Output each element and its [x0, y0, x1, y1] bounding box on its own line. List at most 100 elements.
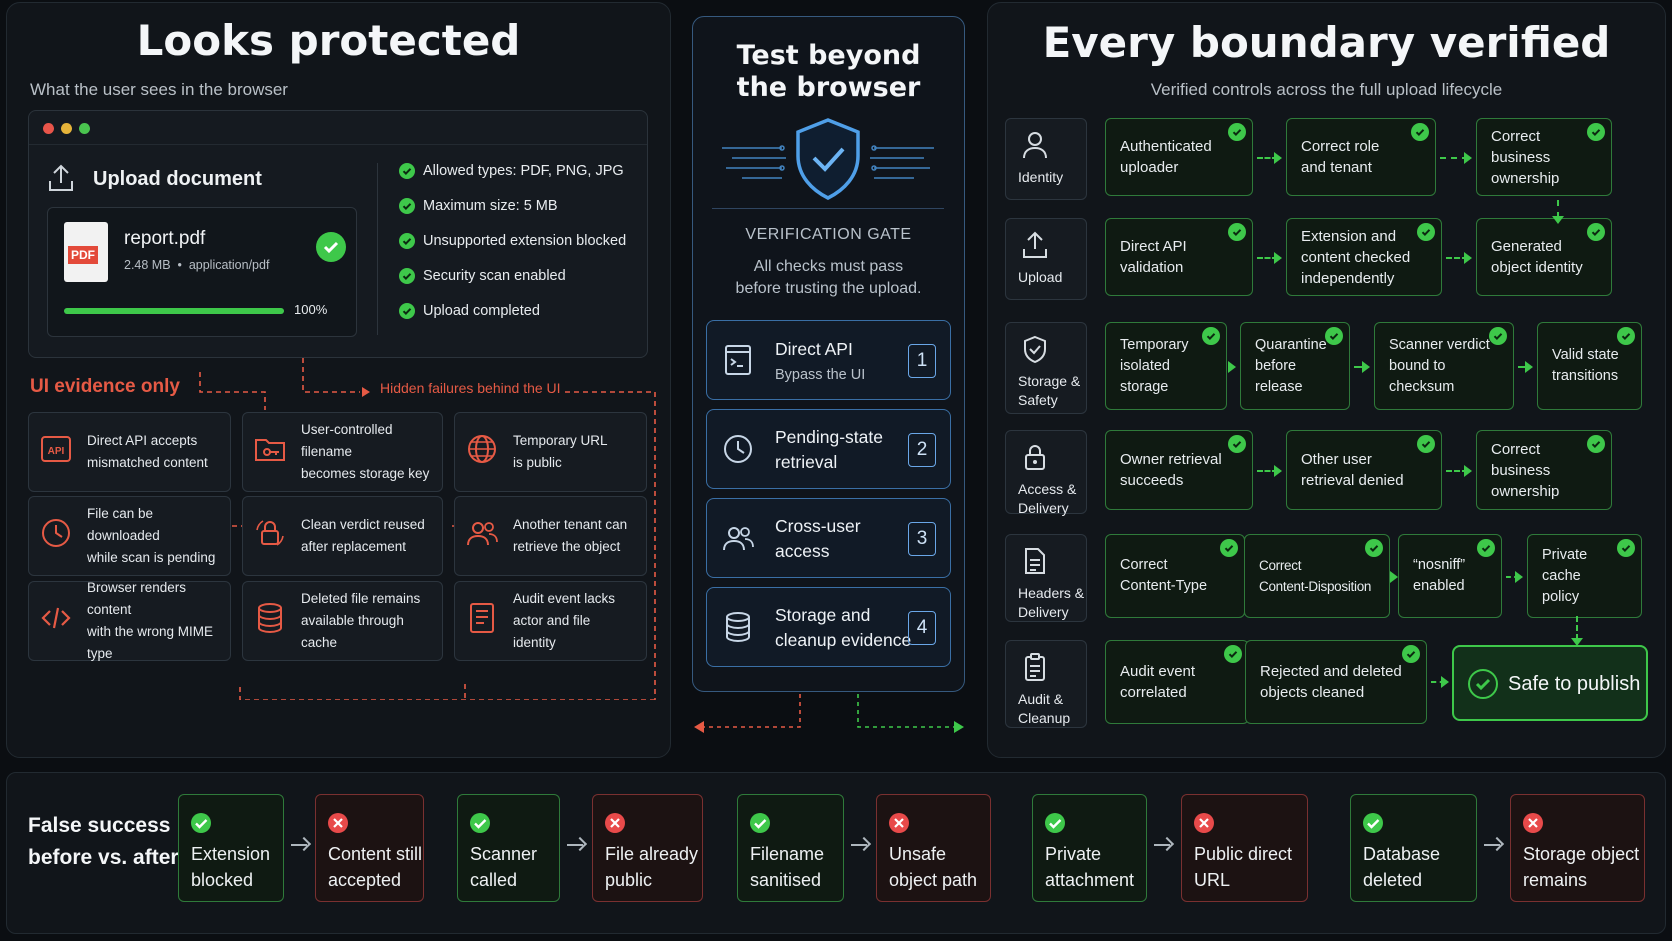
- bottom-arrow: [851, 844, 867, 846]
- stage-label: Identity: [1005, 118, 1087, 200]
- bottom-card-line: object path: [889, 870, 978, 890]
- bottom-card-line: URL: [1194, 870, 1231, 890]
- bottom-arrow: [291, 844, 307, 846]
- lock-icon: [1022, 443, 1086, 476]
- evidence-text-line: Another tenant can: [513, 517, 628, 532]
- evidence-card: User-controlled filename becomes storage …: [242, 412, 443, 492]
- control-step[interactable]: Private cache policy: [1527, 534, 1642, 618]
- lock-refresh-icon: [253, 516, 287, 557]
- stage-label-text: Upload: [1018, 269, 1063, 285]
- users-icon: [465, 516, 499, 557]
- gate-item-title: Direct API: [775, 339, 853, 359]
- control-step[interactable]: Temporary isolated storage: [1105, 322, 1227, 410]
- control-step[interactable]: “nosniff” enabled: [1398, 534, 1502, 618]
- control-step[interactable]: Correct role and tenant: [1286, 118, 1436, 196]
- control-step[interactable]: Valid state transitions: [1537, 322, 1642, 410]
- control-step[interactable]: Authenticated uploader: [1105, 118, 1253, 196]
- stage-label: Storage & Safety: [1005, 322, 1087, 414]
- control-step-text: Direct API validation: [1120, 236, 1187, 278]
- stage-label-text: Identity: [1018, 169, 1064, 185]
- bottom-label-line1: False success: [28, 814, 171, 837]
- control-step-text: Temporary isolated storage: [1120, 335, 1212, 398]
- control-step-line: Private cache: [1542, 546, 1588, 584]
- globe-icon: [465, 432, 499, 473]
- control-step[interactable]: Rejected and deleted objects cleaned: [1245, 640, 1427, 724]
- gate-item[interactable]: Cross-user access 3: [706, 498, 951, 578]
- bottom-arrow: [1154, 844, 1170, 846]
- control-step-line: “nosniff”: [1413, 557, 1466, 573]
- control-step-line: content checked: [1301, 248, 1411, 266]
- control-step-text: “nosniff” enabled: [1413, 555, 1465, 597]
- control-step-text: Correct business ownership: [1491, 439, 1597, 502]
- control-step[interactable]: Extension and content checked independentl…: [1286, 218, 1442, 296]
- clipboard-icon: [1022, 653, 1086, 686]
- control-step-text: Scanner verdict bound to checksum: [1389, 335, 1499, 398]
- gate-item-title: Cross-user: [775, 516, 861, 536]
- flow-arrow: [1257, 465, 1282, 477]
- check-icon: [750, 813, 770, 833]
- control-step[interactable]: Other user retrieval denied: [1286, 430, 1442, 510]
- gate-outcome-arrows: [694, 694, 964, 733]
- flow-arrow: [1518, 361, 1533, 373]
- check-icon: [1228, 223, 1246, 241]
- document-icon: [1022, 547, 1086, 580]
- code-icon: [39, 601, 73, 642]
- control-step-line: uploader: [1120, 159, 1179, 176]
- control-step[interactable]: Scanner verdict bound to checksum: [1374, 322, 1514, 410]
- evidence-card: Another tenant can retrieve the object: [454, 496, 647, 576]
- check-icon: [1587, 123, 1605, 141]
- control-step[interactable]: Correct Content-Type: [1105, 534, 1245, 618]
- flow-arrow: [1431, 676, 1449, 688]
- hidden-failure-card: Public direct URL: [1181, 794, 1308, 902]
- control-step[interactable]: Correct Content-Disposition: [1244, 534, 1390, 618]
- safe-to-publish-card[interactable]: Safe to publish: [1452, 645, 1648, 721]
- false-success-card: Filename sanitised: [737, 794, 844, 902]
- evidence-text-line: with the wrong MIME type: [87, 624, 214, 661]
- stage-label-text: Delivery: [1018, 604, 1069, 620]
- center-divider: [712, 208, 944, 209]
- gate-item[interactable]: Direct API Bypass the UI 1: [706, 320, 951, 400]
- control-step-line: and tenant: [1301, 159, 1372, 176]
- control-step-line: ownership: [1491, 169, 1560, 187]
- control-step[interactable]: Direct API validation: [1105, 218, 1253, 296]
- evidence-text: Temporary URL is public: [513, 430, 608, 474]
- flow-arrow-head: [1552, 216, 1564, 224]
- evidence-text: Another tenant can retrieve the object: [513, 514, 627, 558]
- gate-item[interactable]: Storage and cleanup evidence 4: [706, 587, 951, 667]
- check-icon: [191, 813, 211, 833]
- bottom-card-line: Filename: [750, 844, 825, 864]
- upload-icon: [1022, 231, 1086, 264]
- gate-item[interactable]: Pending-state retrieval 2: [706, 409, 951, 489]
- control-step-line: Other user: [1301, 451, 1372, 468]
- control-step-text: Correct business ownership: [1491, 126, 1597, 189]
- clock-icon: [721, 432, 755, 471]
- control-step-line: Extension and: [1301, 227, 1397, 245]
- person-icon: [1022, 131, 1086, 164]
- gate-item-subtitle: cleanup evidence: [775, 630, 912, 650]
- evidence-text: Direct API accepts mismatched content: [87, 430, 208, 474]
- gate-label: VERIFICATION GATE: [745, 226, 912, 243]
- control-step[interactable]: Correct business ownership: [1476, 430, 1612, 510]
- control-step[interactable]: Generated object identity: [1476, 218, 1612, 296]
- hidden-failure-card: Storage object remains: [1510, 794, 1645, 902]
- safe-to-publish-label: Safe to publish: [1508, 673, 1641, 695]
- stage-label: Headers & Delivery: [1005, 534, 1087, 622]
- control-step[interactable]: Quarantine before release: [1240, 322, 1350, 410]
- stage-label-text: Access &: [1018, 481, 1077, 497]
- control-step-text: Correct Content-Type: [1120, 555, 1207, 597]
- control-step[interactable]: Audit event correlated: [1105, 640, 1249, 724]
- evidence-text-line: Direct API accepts: [87, 433, 198, 448]
- stage-label-text: Delivery: [1018, 500, 1069, 516]
- bottom-card-line: Private: [1045, 844, 1102, 864]
- check-icon: [1402, 645, 1420, 663]
- bottom-card-line: blocked: [191, 870, 254, 890]
- control-step-line: Audit event: [1120, 663, 1196, 680]
- evidence-card: Audit event lacks actor and file identity: [454, 581, 647, 661]
- control-step[interactable]: Owner retrieval succeeds: [1105, 430, 1253, 510]
- check-icon: [1228, 435, 1246, 453]
- check-icon: [1617, 539, 1635, 557]
- flow-arrow: [1354, 361, 1370, 373]
- control-step[interactable]: Correct business ownership: [1476, 118, 1612, 196]
- flow-arrow: [1446, 252, 1472, 264]
- terminal-icon: [721, 343, 755, 382]
